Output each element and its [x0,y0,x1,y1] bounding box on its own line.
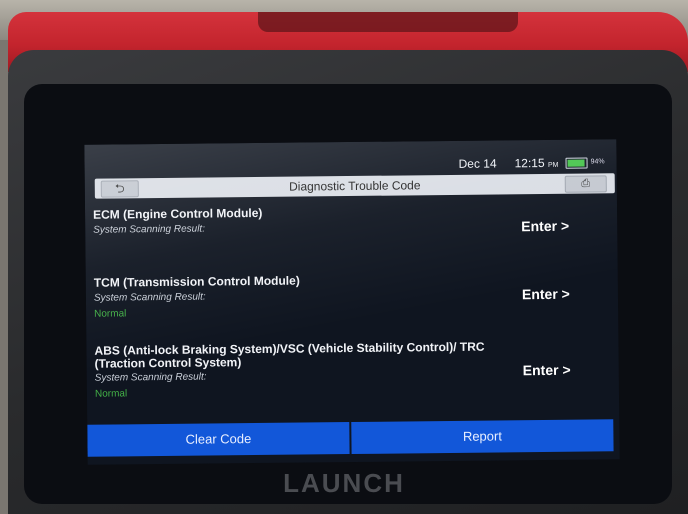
scan-result-status: Normal [94,308,127,320]
scan-result-label: System Scanning Result: [93,223,206,236]
system-item-ecm[interactable]: ECM (Engine Control Module) System Scann… [85,195,618,269]
battery-level: 94% [590,158,605,166]
status-date: Dec 14 [458,156,497,171]
bumper-notch [258,12,518,32]
system-item-tcm[interactable]: TCM (Transmission Control Module) System… [86,263,619,337]
exit-button[interactable]: ⎙ [564,175,607,193]
battery-fill [567,159,585,167]
device-screen: Dec 14 12:15 PM 94% ⮌ Diagnostic Trouble… [84,139,620,465]
exit-door-icon: ⎙ [581,177,591,190]
title-bar: ⮌ Diagnostic Trouble Code ⎙ [94,173,615,199]
report-button[interactable]: Report [351,419,614,455]
system-item-abs-vsc-trc[interactable]: ABS (Anti-lock Braking System)/VSC (Vehi… [86,331,619,417]
scan-result-status: Normal [94,388,128,400]
scan-result-label: System Scanning Result: [93,291,206,304]
status-ampm: PM [547,161,559,169]
system-name: ABS (Anti-lock Braking System)/VSC (Vehi… [94,339,485,371]
page-title: Diagnostic Trouble Code [288,178,421,194]
system-name: ECM (Engine Control Module) [92,205,263,222]
brand-logo: LAUNCH [283,468,405,498]
system-name: TCM (Transmission Control Module) [93,273,300,290]
scan-result-label: System Scanning Result: [94,371,207,384]
action-bar: Clear Code Report [87,419,619,457]
status-time-value: 12:15 [514,155,545,171]
enter-button[interactable]: Enter > [522,286,570,303]
battery-icon [565,157,588,169]
enter-button[interactable]: Enter > [523,362,571,379]
enter-button[interactable]: Enter > [521,218,569,235]
system-list: ECM (Engine Control Module) System Scann… [85,195,619,417]
clear-code-button[interactable]: Clear Code [87,422,350,457]
status-time: 12:15 PM [514,156,558,170]
